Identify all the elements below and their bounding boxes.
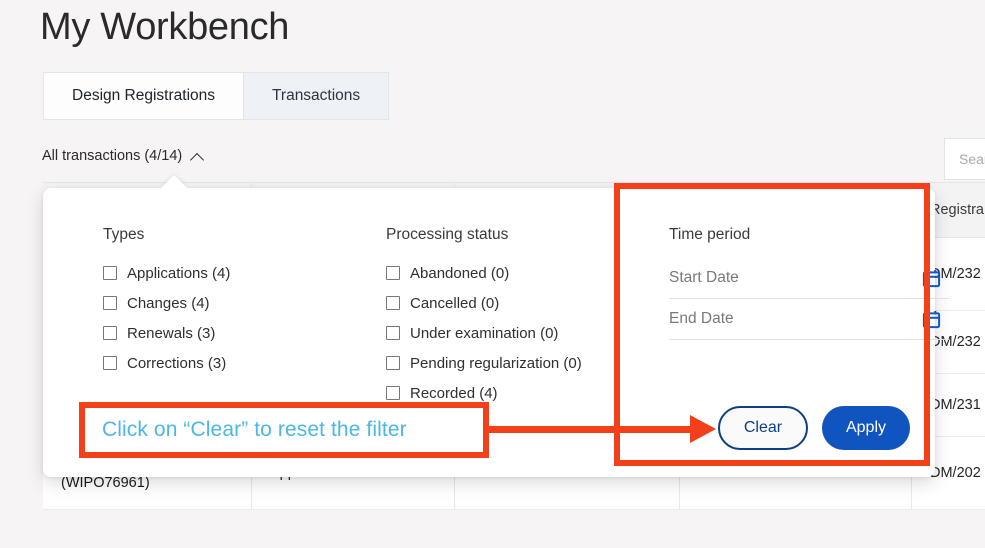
annotation-arrow-line xyxy=(489,426,707,433)
checkbox-changes-label: Changes (4) xyxy=(127,295,210,312)
tab-transactions-label: Transactions xyxy=(272,87,360,105)
checkbox-icon[interactable] xyxy=(386,296,400,310)
checkbox-changes[interactable]: Changes (4) xyxy=(103,288,230,318)
checkbox-icon[interactable] xyxy=(386,356,400,370)
all-transactions-toggle[interactable]: All transactions (4/14) xyxy=(42,148,204,164)
annotation-arrow-head xyxy=(690,415,716,443)
checkbox-under-examination-label: Under examination (0) xyxy=(410,325,558,342)
page-title: My Workbench xyxy=(40,4,289,50)
checkbox-icon[interactable] xyxy=(386,266,400,280)
checkbox-corrections[interactable]: Corrections (3) xyxy=(103,348,230,378)
checkbox-abandoned-label: Abandoned (0) xyxy=(410,265,509,282)
search-placeholder-text: Search xyxy=(959,151,985,167)
checkbox-cancelled[interactable]: Cancelled (0) xyxy=(386,288,582,318)
app-root: My Workbench Design Registrations Transa… xyxy=(0,0,985,548)
checkbox-icon[interactable] xyxy=(386,326,400,340)
checkbox-icon[interactable] xyxy=(386,386,400,400)
checkbox-recorded-label: Recorded (4) xyxy=(410,385,498,402)
chevron-up-icon[interactable] xyxy=(191,151,204,164)
tab-design-registrations-label: Design Registrations xyxy=(72,87,215,105)
annotation-callout: Click on “Clear” to reset the filter xyxy=(79,402,489,458)
checkbox-applications-label: Applications (4) xyxy=(127,265,230,282)
annotation-text: Click on “Clear” to reset the filter xyxy=(102,418,407,442)
checkbox-renewals-label: Renewals (3) xyxy=(127,325,215,342)
filter-group-types-title: Types xyxy=(103,226,230,244)
panel-caret xyxy=(160,175,188,189)
all-transactions-label: All transactions (4/14) xyxy=(42,148,182,164)
tab-design-registrations[interactable]: Design Registrations xyxy=(43,72,243,120)
checkbox-pending-regularization[interactable]: Pending regularization (0) xyxy=(386,348,582,378)
checkbox-abandoned[interactable]: Abandoned (0) xyxy=(386,258,582,288)
checkbox-corrections-label: Corrections (3) xyxy=(127,355,226,372)
checkbox-under-examination[interactable]: Under examination (0) xyxy=(386,318,582,348)
checkbox-pending-regularization-label: Pending regularization (0) xyxy=(410,355,582,372)
checkbox-icon[interactable] xyxy=(103,326,117,340)
checkbox-applications[interactable]: Applications (4) xyxy=(103,258,230,288)
filter-group-processing-status: Processing status Abandoned (0) Cancelle… xyxy=(386,226,582,408)
filter-group-processing-status-title: Processing status xyxy=(386,226,582,244)
checkbox-icon[interactable] xyxy=(103,356,117,370)
checkbox-renewals[interactable]: Renewals (3) xyxy=(103,318,230,348)
filter-group-types: Types Applications (4) Changes (4) Renew… xyxy=(103,226,230,378)
highlight-time-period-region xyxy=(614,183,930,466)
tab-bar: Design Registrations Transactions xyxy=(43,72,389,120)
tab-transactions[interactable]: Transactions xyxy=(243,72,389,120)
checkbox-cancelled-label: Cancelled (0) xyxy=(410,295,499,312)
checkbox-icon[interactable] xyxy=(103,266,117,280)
checkbox-icon[interactable] xyxy=(103,296,117,310)
search-input[interactable]: Search xyxy=(944,138,985,180)
